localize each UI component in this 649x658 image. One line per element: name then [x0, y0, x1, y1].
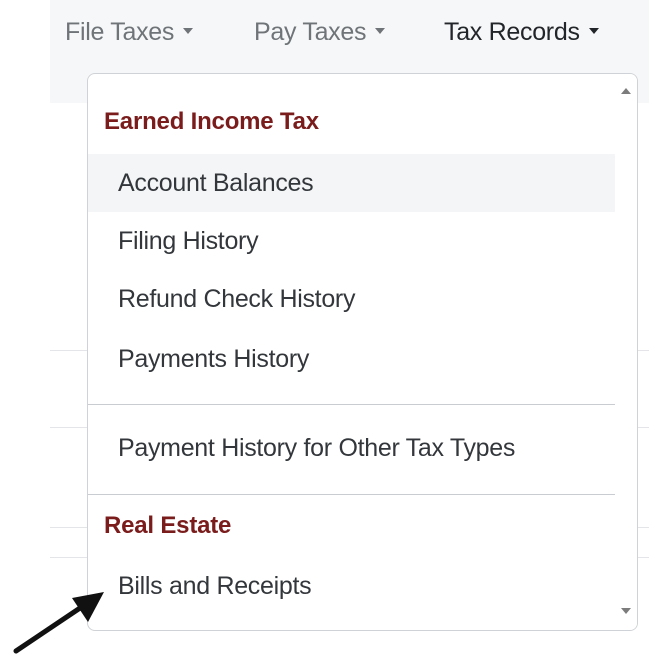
tax-records-dropdown-menu: Earned Income Tax Account Balances Filin…: [87, 73, 638, 631]
scroll-up-arrow-icon[interactable]: [621, 88, 631, 94]
nav-tax-records[interactable]: Tax Records: [444, 17, 599, 47]
menu-item-account-balances[interactable]: Account Balances: [88, 154, 616, 212]
group-header-real-estate: Real Estate: [104, 512, 232, 539]
nav-pay-taxes-label: Pay Taxes: [254, 17, 367, 46]
menu-item-bills-and-receipts[interactable]: Bills and Receipts: [88, 557, 616, 615]
group-header-earned-income-tax: Earned Income Tax: [104, 108, 319, 135]
nav-pay-taxes[interactable]: Pay Taxes: [254, 17, 386, 47]
page: File Taxes Pay Taxes Tax Records Earned …: [0, 0, 649, 658]
scroll-down-arrow-icon[interactable]: [621, 608, 631, 614]
menu-item-payment-history-other-tax-types[interactable]: Payment History for Other Tax Types: [88, 419, 616, 477]
menu-item-payments-history[interactable]: Payments History: [88, 330, 616, 388]
menu-divider: [88, 494, 616, 495]
caret-down-icon: [183, 28, 194, 35]
nav-file-taxes-label: File Taxes: [65, 17, 175, 46]
menu-item-filing-history[interactable]: Filing History: [88, 212, 616, 270]
menu-divider: [88, 404, 616, 405]
caret-down-icon: [588, 28, 599, 35]
menu-item-refund-check-history[interactable]: Refund Check History: [88, 270, 616, 328]
nav-tax-records-label: Tax Records: [444, 17, 580, 46]
caret-down-icon: [375, 28, 386, 35]
dropdown-scrollbar[interactable]: [615, 74, 637, 630]
nav-file-taxes[interactable]: File Taxes: [65, 17, 194, 47]
